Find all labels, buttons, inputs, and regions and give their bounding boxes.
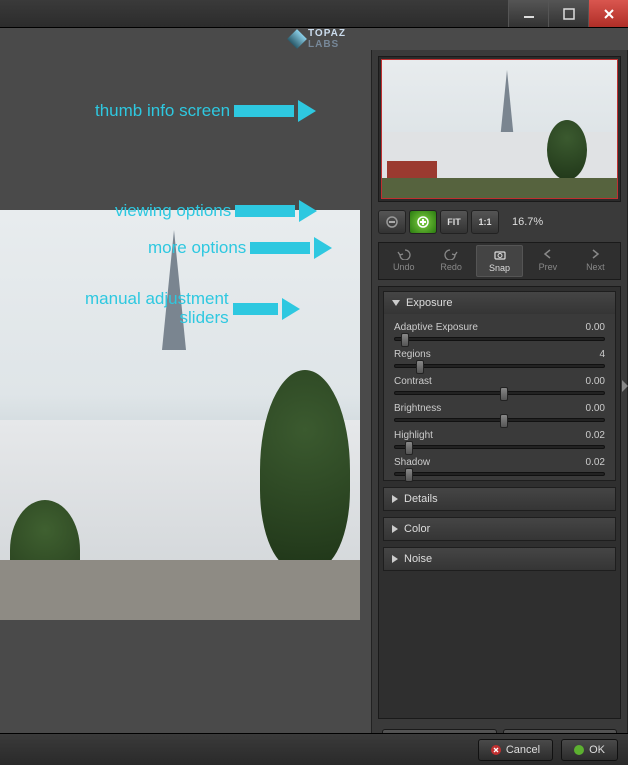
expand-icon [392,525,398,533]
main-preview-pane [0,50,371,765]
undo-label: Undo [393,262,415,272]
main-preview-image[interactable] [0,210,360,620]
noise-section: Noise [383,547,616,571]
exposure-header[interactable]: Exposure [384,292,615,314]
prev-button[interactable]: Prev [525,245,570,277]
snap-label: Snap [489,263,510,273]
minimize-button[interactable] [508,0,548,27]
zoom-value-label: 16.7% [512,216,543,228]
slider-label: Regions [394,349,431,360]
zoom-fit-button[interactable]: FIT [440,210,468,234]
annotation-more: more options [148,237,332,259]
adjustment-panels: Exposure Adaptive Exposure 0.00 Regions 4 Co… [378,286,621,719]
slider-track[interactable] [394,364,605,368]
color-section: Color [383,517,616,541]
snap-button[interactable]: Snap [476,245,523,277]
brand-line2: LABS [308,39,339,50]
annotation-thumb-text: thumb info screen [95,101,230,121]
maximize-button[interactable] [548,0,588,27]
slider-thumb[interactable] [416,360,424,374]
prev-label: Prev [539,262,558,272]
brand-line1: TOPAZ [308,28,346,39]
cancel-button[interactable]: Cancel [478,739,553,761]
slider-highlight: Highlight 0.02 [394,430,605,449]
slider-value: 0.02 [586,430,605,441]
exposure-title: Exposure [406,297,452,309]
slider-label: Shadow [394,457,430,468]
annotation-more-text: more options [148,238,246,258]
slider-value: 0.00 [586,376,605,387]
logo-diamond-icon [287,29,307,49]
zoom-out-button[interactable] [378,210,406,234]
slider-track[interactable] [394,337,605,341]
slider-value: 4 [599,349,605,360]
collapse-icon [392,300,400,306]
color-title: Color [404,523,430,535]
history-toolbar: Undo Redo Snap Prev Next [378,242,621,280]
slider-brightness: Brightness 0.00 [394,403,605,422]
slider-thumb[interactable] [500,414,508,428]
annotation-sliders: manual adjustmentsliders [85,290,300,327]
slider-value: 0.00 [586,322,605,333]
annotation-sliders-text: manual adjustmentsliders [85,290,229,327]
slider-track[interactable] [394,391,605,395]
slider-thumb[interactable] [405,468,413,482]
dialog-footer: Cancel OK [0,733,628,765]
slider-track[interactable] [394,418,605,422]
slider-thumb[interactable] [401,333,409,347]
zoom-in-button[interactable] [409,210,437,234]
brand-logo: TOPAZLABS [290,28,346,50]
exposure-section: Exposure Adaptive Exposure 0.00 Regions 4 Co… [383,291,616,481]
cancel-label: Cancel [506,744,540,756]
slider-thumb[interactable] [500,387,508,401]
zoom-toolbar: FIT 1:1 16.7% [378,208,621,236]
noise-title: Noise [404,553,432,565]
slider-track[interactable] [394,472,605,476]
redo-label: Redo [440,262,462,272]
slider-track[interactable] [394,445,605,449]
redo-button[interactable]: Redo [428,245,473,277]
slider-value: 0.00 [586,403,605,414]
slider-label: Highlight [394,430,433,441]
close-button[interactable] [588,0,628,27]
ok-button[interactable]: OK [561,739,618,761]
ok-icon [574,745,584,755]
ok-label: OK [589,744,605,756]
noise-header[interactable]: Noise [384,548,615,570]
slider-contrast: Contrast 0.00 [394,376,605,395]
control-panel: FIT 1:1 16.7% Undo Redo Snap Prev [371,50,628,765]
details-title: Details [404,493,438,505]
next-label: Next [586,262,605,272]
slider-shadow: Shadow 0.02 [394,457,605,476]
undo-button[interactable]: Undo [381,245,426,277]
color-header[interactable]: Color [384,518,615,540]
details-header[interactable]: Details [384,488,615,510]
expand-icon [392,555,398,563]
next-button[interactable]: Next [573,245,618,277]
thumbnail-frame [378,56,621,202]
annotation-thumb: thumb info screen [95,100,316,122]
navigator-thumbnail[interactable] [381,59,618,199]
slider-regions: Regions 4 [394,349,605,368]
annotation-viewing-text: viewing options [115,201,231,221]
expand-icon [392,495,398,503]
slider-label: Adaptive Exposure [394,322,478,333]
annotation-viewing: viewing options [115,200,317,222]
details-section: Details [383,487,616,511]
slider-label: Contrast [394,376,432,387]
window-titlebar [0,0,628,28]
slider-thumb[interactable] [405,441,413,455]
slider-adaptive-exposure: Adaptive Exposure 0.00 [394,322,605,341]
slider-value: 0.02 [586,457,605,468]
panel-expand-arrow-icon[interactable] [622,380,628,392]
slider-label: Brightness [394,403,441,414]
cancel-icon [491,745,501,755]
zoom-actual-button[interactable]: 1:1 [471,210,499,234]
